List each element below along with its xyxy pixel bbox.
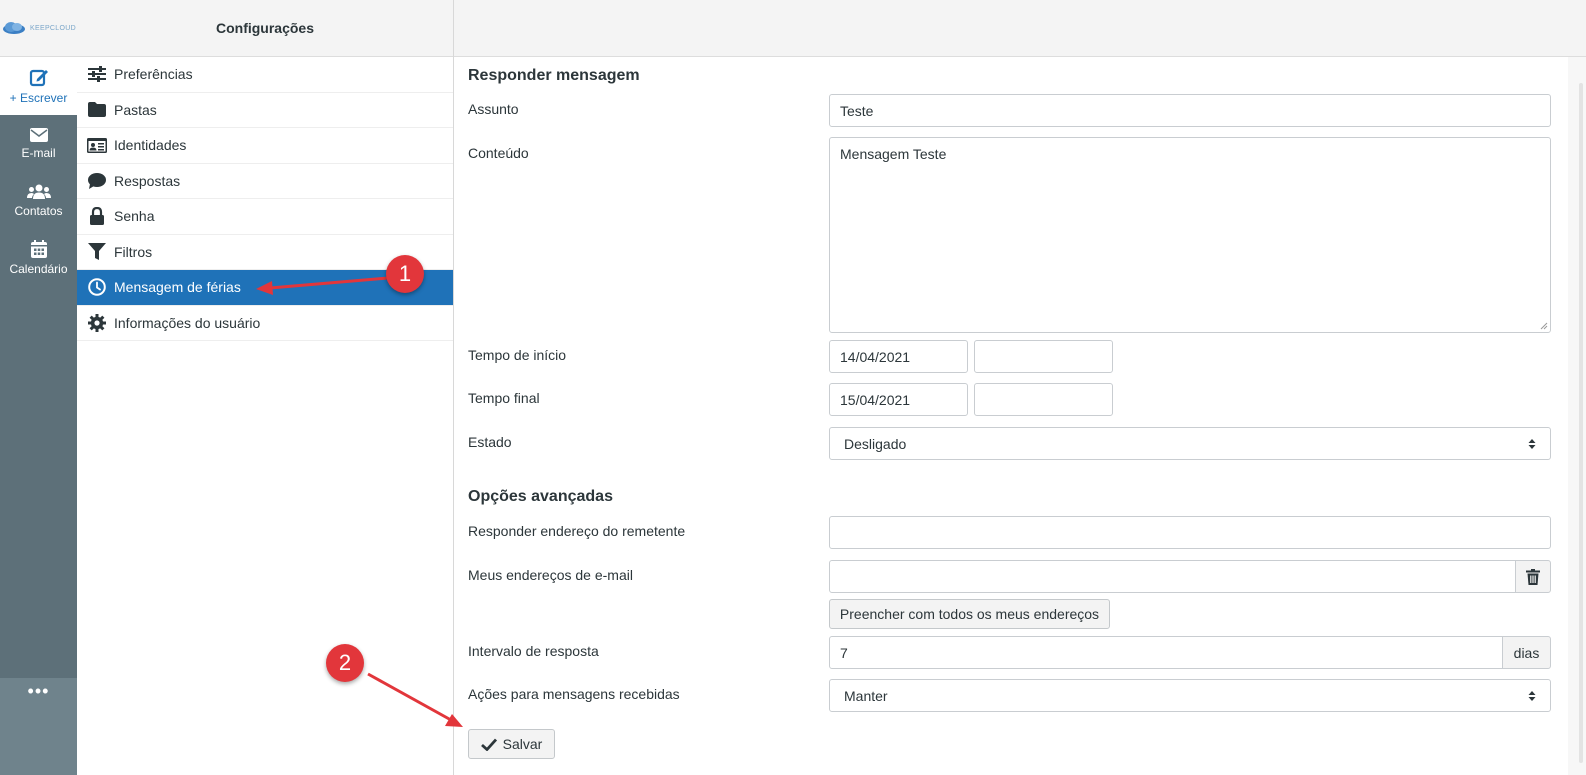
save-button-label: Salvar	[502, 736, 543, 752]
more-button[interactable]: •••	[0, 678, 77, 775]
rail-item-label: E-mail	[21, 145, 56, 160]
end-date-input[interactable]: 15/04/2021	[829, 383, 968, 416]
calendar-icon	[30, 239, 47, 258]
rail-item-label: Contatos	[14, 203, 63, 218]
delete-addresses-button[interactable]	[1515, 560, 1551, 593]
filter-icon	[87, 242, 107, 262]
clock-icon	[87, 277, 107, 297]
content-header	[454, 0, 1586, 57]
envelope-icon	[29, 127, 48, 142]
settings-item-label: Senha	[114, 208, 155, 225]
compose-button[interactable]: + Escrever	[0, 57, 77, 115]
settings-item-label: Pastas	[114, 101, 157, 118]
sliders-icon	[87, 64, 107, 84]
brand-logo[interactable]: KEEPCLOUD	[0, 0, 77, 57]
reply-section-title: Responder mensagem	[468, 67, 640, 84]
annotation-badge-1: 1	[386, 255, 424, 293]
end-time-input[interactable]	[974, 383, 1113, 416]
gear-icon	[87, 313, 107, 333]
rail-item-email[interactable]: E-mail	[0, 115, 77, 172]
lock-icon	[87, 206, 107, 226]
my-addresses-input[interactable]	[829, 560, 1516, 593]
content-label: Conteúdo	[468, 145, 529, 161]
logo-text: KEEPCLOUD	[30, 24, 76, 32]
compose-label: + Escrever	[9, 91, 68, 105]
settings-item-identities[interactable]: Identidades	[77, 128, 453, 164]
resize-handle-icon[interactable]	[1540, 322, 1548, 330]
settings-item-password[interactable]: Senha	[77, 199, 453, 235]
interval-input[interactable]: 7	[829, 636, 1503, 669]
subject-input[interactable]: Teste	[829, 94, 1551, 127]
settings-item-responses[interactable]: Respostas	[77, 164, 453, 199]
folder-icon	[87, 100, 107, 120]
start-time-label: Tempo de início	[468, 347, 567, 363]
subject-label: Assunto	[468, 101, 519, 117]
scrollbar[interactable]	[1568, 57, 1586, 775]
scrollbar-thumb[interactable]	[1579, 83, 1583, 763]
settings-item-user-info[interactable]: Informações do usuário	[77, 306, 453, 341]
interval-label: Intervalo de resposta	[468, 643, 599, 659]
sender-input[interactable]	[829, 516, 1551, 549]
check-icon	[480, 738, 497, 751]
settings-item-label: Identidades	[114, 137, 187, 154]
nav-rail: KEEPCLOUD + Escrever E-mail Contatos Cal…	[0, 0, 77, 775]
actions-label: Ações para mensagens recebidas	[468, 686, 680, 702]
actions-select[interactable]: Manter	[829, 679, 1551, 712]
end-time-label: Tempo final	[468, 390, 540, 406]
state-select[interactable]: Desligado	[829, 427, 1551, 460]
advanced-section-title: Opções avançadas	[468, 488, 613, 505]
rail-item-label: Calendário	[9, 261, 68, 276]
start-date-input[interactable]: 14/04/2021	[829, 340, 968, 373]
settings-item-label: Filtros	[114, 243, 153, 260]
settings-sidebar: Configurações Preferências Pastas Identi…	[77, 0, 454, 775]
settings-title: Configurações	[77, 0, 453, 57]
id-card-icon	[87, 135, 107, 155]
settings-item-folders[interactable]: Pastas	[77, 93, 453, 128]
rail-item-calendar[interactable]: Calendário	[0, 229, 77, 286]
sender-label: Responder endereço do remetente	[468, 523, 686, 539]
state-label: Estado	[468, 434, 512, 450]
trash-icon	[1526, 568, 1540, 585]
comment-icon	[87, 171, 107, 191]
state-select-value: Desligado	[844, 435, 907, 452]
interval-unit: dias	[1502, 636, 1551, 669]
more-icon: •••	[27, 681, 50, 701]
settings-item-label: Respostas	[114, 172, 181, 189]
rail-item-contacts[interactable]: Contatos	[0, 172, 77, 229]
save-button[interactable]: Salvar	[468, 729, 555, 759]
cloud-logo-icon	[3, 22, 26, 34]
fill-addresses-button[interactable]: Preencher com todos os meus endereços	[829, 599, 1110, 629]
vacation-form: Responder mensagem Assunto Teste Conteúd…	[454, 57, 1586, 775]
content-textarea[interactable]: Mensagem Teste	[829, 137, 1551, 333]
settings-item-label: Preferências	[114, 66, 193, 83]
sort-arrows-icon	[1528, 438, 1536, 449]
my-addresses-label: Meus endereços de e-mail	[468, 567, 633, 583]
annotation-badge-2: 2	[326, 644, 364, 682]
start-time-input[interactable]	[974, 340, 1113, 373]
settings-item-preferences[interactable]: Preferências	[77, 57, 453, 93]
settings-item-label: Mensagem de férias	[114, 279, 241, 296]
edit-icon	[29, 69, 48, 87]
sort-arrows-icon	[1528, 690, 1536, 701]
actions-select-value: Manter	[844, 687, 888, 704]
settings-item-label: Informações do usuário	[114, 314, 261, 331]
users-icon	[26, 184, 51, 199]
content-text: Mensagem Teste	[840, 146, 947, 162]
